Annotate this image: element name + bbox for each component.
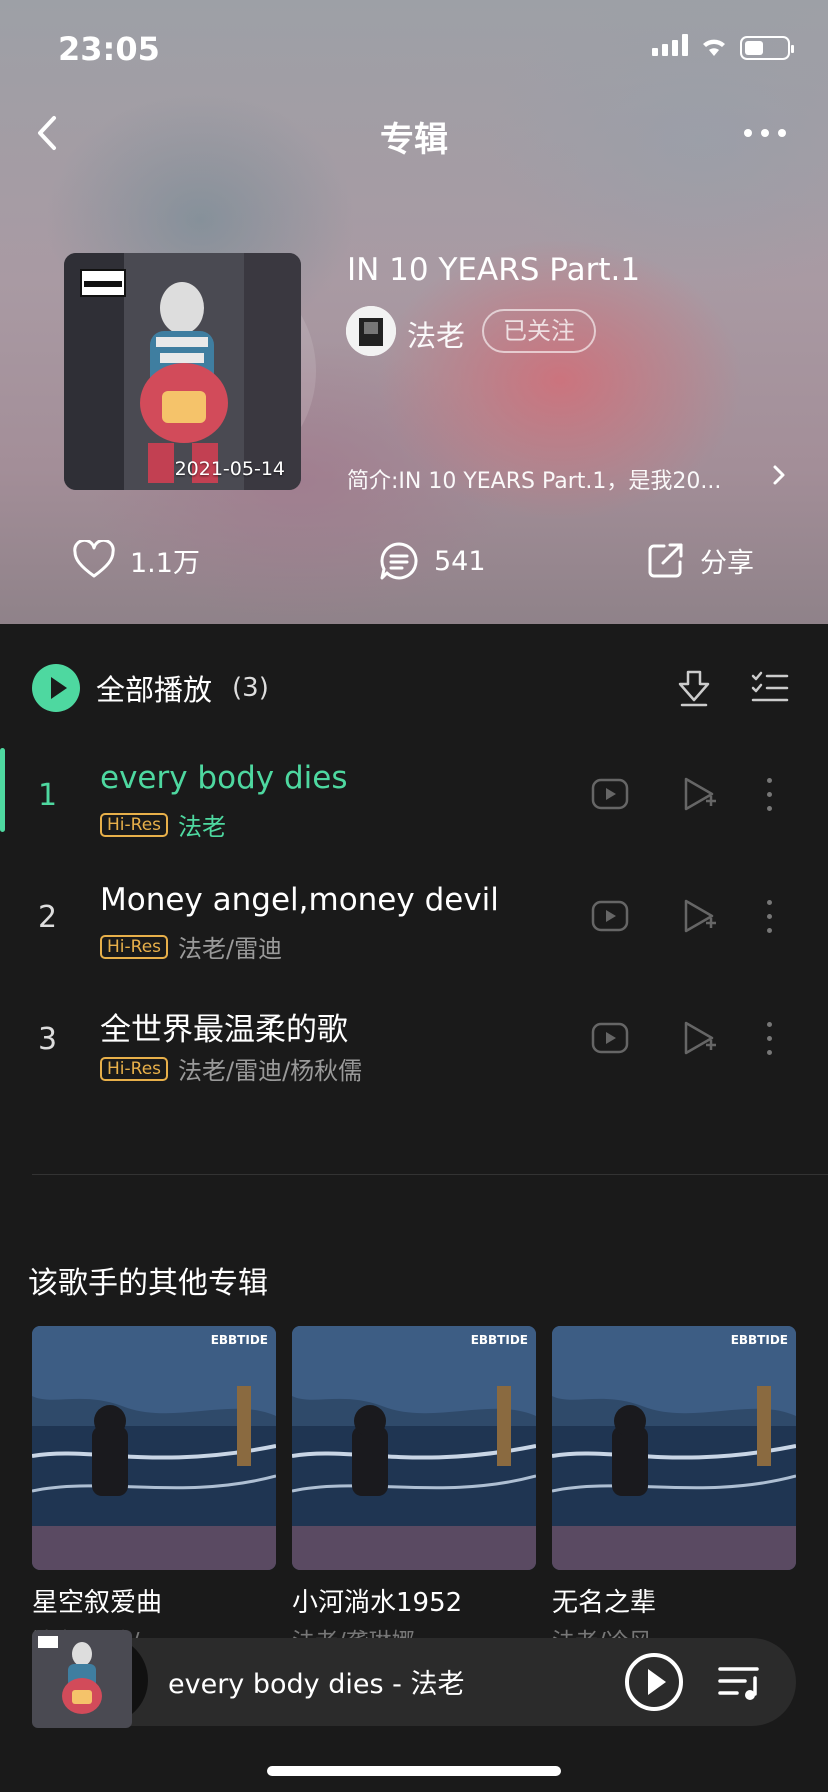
album-card-art: EBBTIDE xyxy=(552,1326,796,1570)
album-card[interactable]: EBBTIDE 星空叙爱曲 法老/雷迪/… xyxy=(32,1326,276,1655)
album-card-cover: EBBTIDE xyxy=(552,1326,796,1570)
mini-player[interactable]: every body dies - 法老 xyxy=(32,1630,796,1728)
chevron-right-icon[interactable] xyxy=(772,464,786,486)
album-card-name: 星空叙爱曲 xyxy=(32,1588,163,1618)
track-more-icon[interactable] xyxy=(766,1022,772,1055)
artist-avatar-image xyxy=(346,306,396,356)
wifi-icon xyxy=(703,39,725,56)
mini-player-art xyxy=(32,1630,132,1728)
playlist-icon[interactable] xyxy=(717,1664,761,1702)
battery-icon xyxy=(740,36,794,60)
hires-badge: Hi-Res xyxy=(100,1056,169,1081)
share-icon xyxy=(648,543,683,578)
play-button[interactable] xyxy=(625,1653,683,1711)
mv-icon[interactable] xyxy=(591,778,629,810)
album-card-name: 小河淌水1952 xyxy=(292,1588,463,1618)
album-card-cover: EBBTIDE xyxy=(292,1326,536,1570)
album-card-logo: EBBTIDE xyxy=(211,1333,268,1347)
status-bar: 23:05 xyxy=(0,0,828,100)
top-nav: 专辑 xyxy=(0,100,828,166)
album-title: IN 10 YEARS Part.1 xyxy=(347,252,641,288)
status-time: 23:05 xyxy=(58,30,160,68)
mini-player-title: every body dies - 法老 xyxy=(168,1669,465,1700)
download-icon[interactable] xyxy=(676,668,712,708)
hires-badge: Hi-Res xyxy=(100,812,169,837)
divider xyxy=(32,1174,828,1175)
track-number: 2 xyxy=(38,900,58,935)
track-number: 1 xyxy=(38,778,58,813)
track-meta: Hi-Res 法老 xyxy=(100,807,226,842)
play-icon xyxy=(32,664,80,712)
album-card-logo: EBBTIDE xyxy=(471,1333,528,1347)
share-label: 分享 xyxy=(700,547,754,579)
album-card-art: EBBTIDE xyxy=(292,1326,536,1570)
track-more-icon[interactable] xyxy=(766,778,772,811)
track-row[interactable]: 2 Money angel,money devil Hi-Res 法老/雷迪 xyxy=(0,868,828,978)
album-card-cover: EBBTIDE xyxy=(32,1326,276,1570)
follow-button[interactable]: 已关注 xyxy=(482,309,596,353)
track-artists: 法老 xyxy=(178,813,227,841)
track-row[interactable]: 3 全世界最温柔的歌 Hi-Res 法老/雷迪/杨秋儒 xyxy=(0,990,828,1100)
page-title: 专辑 xyxy=(380,120,448,160)
artist-name[interactable]: 法老 xyxy=(407,313,465,355)
album-card-name: 无名之辈 xyxy=(552,1588,657,1618)
track-title: every body dies xyxy=(100,760,348,796)
track-more-icon[interactable] xyxy=(766,900,772,933)
album-card[interactable]: EBBTIDE 无名之辈 法老/冷风 xyxy=(552,1326,796,1655)
track-count: (3) xyxy=(232,673,269,703)
album-cover-art xyxy=(64,253,301,490)
track-title: Money angel,money devil xyxy=(100,882,499,918)
add-to-playlist-icon[interactable] xyxy=(682,1020,718,1056)
album-intro[interactable]: 简介:IN 10 YEARS Part.1，是我20... xyxy=(347,463,747,495)
track-meta: Hi-Res 法老/雷迪 xyxy=(100,929,282,964)
album-cover[interactable]: 2021-05-14 xyxy=(64,253,301,490)
track-number: 3 xyxy=(38,1022,58,1057)
more-options-icon[interactable] xyxy=(744,120,794,146)
track-artists: 法老/雷迪/杨秋儒 xyxy=(178,1057,363,1085)
share-button[interactable]: 分享 xyxy=(646,540,754,580)
album-card-art: EBBTIDE xyxy=(32,1326,276,1570)
track-row[interactable]: 1 every body dies Hi-Res 法老 xyxy=(0,746,828,856)
hires-badge: Hi-Res xyxy=(100,934,169,959)
comment-button[interactable]: 541 xyxy=(378,540,486,582)
mini-player-cover[interactable] xyxy=(32,1630,132,1728)
play-all-label: 全部播放 xyxy=(96,673,213,707)
album-card-logo: EBBTIDE xyxy=(731,1333,788,1347)
cover-date: 2021-05-14 xyxy=(174,458,285,480)
mv-icon[interactable] xyxy=(591,1022,629,1054)
mv-icon[interactable] xyxy=(591,900,629,932)
heart-icon xyxy=(73,540,115,578)
home-indicator xyxy=(267,1766,561,1776)
avatar[interactable] xyxy=(346,306,396,356)
track-meta: Hi-Res 法老/雷迪/杨秋儒 xyxy=(100,1051,362,1086)
add-to-playlist-icon[interactable] xyxy=(682,776,718,812)
comment-count: 541 xyxy=(434,545,486,577)
album-card[interactable]: EBBTIDE 小河淌水1952 法老/龚琳娜 xyxy=(292,1326,536,1655)
comment-icon xyxy=(380,542,418,580)
add-to-playlist-icon[interactable] xyxy=(682,898,718,934)
other-albums-title: 该歌手的其他专辑 xyxy=(28,1266,268,1301)
multi-select-icon[interactable] xyxy=(750,670,790,706)
cellular-signal-icon xyxy=(652,34,688,56)
like-count: 1.1万 xyxy=(130,547,200,579)
album-actions: 1.1万 541 分享 xyxy=(0,540,828,590)
play-all-button[interactable]: 全部播放 (3) xyxy=(32,664,269,712)
track-title: 全世界最温柔的歌 xyxy=(100,1012,348,1048)
track-artists: 法老/雷迪 xyxy=(178,935,283,963)
like-button[interactable]: 1.1万 xyxy=(72,540,200,580)
